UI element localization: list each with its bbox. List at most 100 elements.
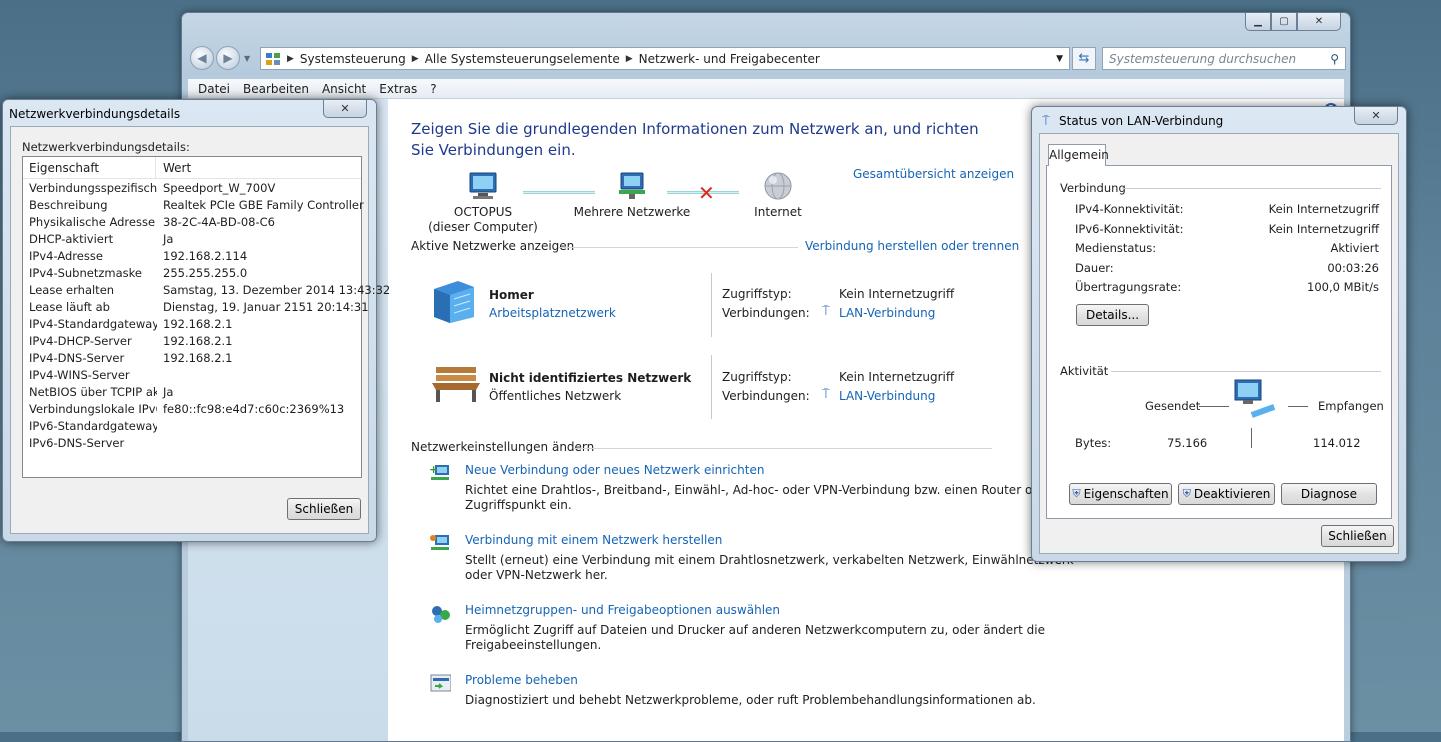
task-desc: Diagnostiziert und behebt Netzwerkproble… — [465, 693, 1036, 708]
status-row-value: 00:03:26 — [1327, 260, 1379, 275]
value-cell: 192.168.2.114 — [163, 249, 248, 263]
table-row[interactable]: IPv4-Standardgateway 192.168.2.1 — [23, 317, 361, 334]
network-activity-icon — [1234, 379, 1276, 418]
map-node-internet[interactable]: Internet — [738, 171, 818, 220]
value-cell: 255.255.255.0 — [163, 266, 248, 280]
table-row[interactable]: IPv6-Standardgateway — [23, 419, 361, 436]
menu-edit[interactable]: Bearbeiten — [243, 82, 309, 96]
task-homegroup-link[interactable]: Heimnetzgruppen- und Freigabeoptionen au… — [465, 603, 780, 617]
task-connect-network-link[interactable]: Verbindung mit einem Netzwerk herstellen — [465, 533, 722, 547]
table-row[interactable]: Verbindungsspezifisches... Speedport_W_70… — [23, 181, 361, 198]
status-row-label: Dauer: — [1075, 260, 1114, 275]
column-separator[interactable] — [155, 157, 156, 179]
value-cell: fe80::fc98:e4d7:c60c:2369%13 — [163, 402, 345, 416]
menu-help[interactable]: ? — [430, 82, 436, 96]
activity-group-label: Aktivität — [1060, 364, 1109, 378]
dialog-close-button[interactable]: ✕ — [323, 100, 367, 118]
connect-disconnect-link[interactable]: Verbindung herstellen oder trennen — [805, 239, 1019, 253]
received-line — [1288, 406, 1308, 407]
close-icon: ✕ — [1314, 16, 1324, 27]
minimize-button[interactable]: ▁ — [1245, 13, 1271, 31]
property-cell: IPv4-DHCP-Server — [29, 334, 132, 348]
table-row[interactable]: Beschreibung Realtek PCIe GBE Family Cont… — [23, 198, 364, 215]
table-row[interactable]: IPv6-DNS-Server — [23, 436, 361, 453]
table-row[interactable]: IPv4-DHCP-Server 192.168.2.1 — [23, 334, 361, 351]
property-cell: DHCP-aktiviert — [29, 232, 114, 246]
section-divider — [558, 247, 798, 248]
address-dropdown-icon[interactable]: ▼ — [1056, 54, 1063, 64]
group-divider — [1122, 188, 1381, 189]
properties-button[interactable]: ⛨ Eigenschaften — [1069, 483, 1172, 505]
column-header-value[interactable]: Wert — [163, 161, 191, 175]
table-row[interactable]: IPv4-Adresse 192.168.2.114 — [23, 249, 361, 266]
list-header: Eigenschaft Wert — [23, 157, 361, 179]
lan-connection-link[interactable]: LAN-Verbindung — [839, 389, 935, 403]
diagnose-button[interactable]: Diagnose — [1281, 483, 1377, 505]
table-row[interactable]: Physikalische Adresse 38-2C-4A-BD-08-C6 — [23, 215, 361, 232]
refresh-button[interactable]: ⇆ — [1072, 47, 1096, 70]
navigation-bar: ◀ ▶ ▼ ▶ Systemsteuerung ▶ Alle Systemste… — [190, 46, 1346, 72]
table-row[interactable]: Verbindungslokale IPv6-... fe80::fc98:e4d… — [23, 402, 361, 419]
breadcrumb-arrow-icon[interactable]: ▶ — [412, 54, 419, 64]
homegroup-icon — [432, 606, 450, 623]
search-icon[interactable]: ⚲ — [1330, 52, 1339, 66]
lan-connection-link[interactable]: LAN-Verbindung — [839, 306, 935, 320]
dialog-body: Allgemein Verbindung IPv4-Konnektivität:… — [1039, 133, 1399, 554]
new-connection-icon: + — [429, 463, 449, 480]
sent-line — [1199, 406, 1229, 407]
breadcrumb-control-panel[interactable]: Systemsteuerung — [300, 52, 406, 66]
table-row[interactable]: Lease läuft ab Dienstag, 19. Januar 2151 … — [23, 300, 369, 317]
table-row[interactable]: IPv4-Subnetzmaske 255.255.255.0 — [23, 266, 361, 283]
menu-bar: Datei Bearbeiten Ansicht Extras ? — [188, 79, 1344, 99]
public-network-icon — [432, 367, 480, 402]
close-window-button[interactable]: ✕ — [1297, 13, 1341, 31]
breadcrumb-all-items[interactable]: Alle Systemsteuerungselemente — [425, 52, 620, 66]
value-cell: Ja — [163, 232, 174, 246]
breadcrumb-arrow-icon[interactable]: ▶ — [626, 54, 633, 64]
table-row[interactable]: IPv4-DNS-Server 192.168.2.1 — [23, 351, 361, 368]
details-label: Netzwerkverbindungsdetails: — [22, 140, 190, 154]
dialog-close-button[interactable]: ✕ — [1354, 107, 1398, 125]
forward-button[interactable]: ▶ — [216, 46, 240, 70]
arrow-left-icon: ◀ — [197, 51, 207, 65]
details-close-button[interactable]: Schließen — [287, 498, 361, 520]
address-bar[interactable]: ▶ Systemsteuerung ▶ Alle Systemsteuerung… — [260, 47, 1070, 70]
close-icon: ✕ — [1371, 109, 1381, 122]
status-row-value: Aktiviert — [1330, 241, 1379, 255]
details-list[interactable]: Eigenschaft Wert Verbindungsspezifisches… — [22, 156, 390, 478]
map-node-computer[interactable]: OCTOPUS (dieser Computer) — [418, 171, 548, 235]
network-name: Homer — [489, 288, 534, 302]
connections-label: Verbindungen: — [722, 389, 810, 403]
close-icon: ✕ — [340, 102, 350, 115]
task-troubleshoot-link[interactable]: Probleme beheben — [465, 673, 578, 687]
back-button[interactable]: ◀ — [190, 46, 214, 70]
task-desc-line: oder VPN-Netzwerk her. — [465, 568, 608, 582]
troubleshoot-icon — [430, 674, 451, 692]
computer-icon — [469, 172, 497, 199]
disable-button[interactable]: ⛨ Deaktivieren — [1178, 483, 1275, 505]
status-close-button[interactable]: Schließen — [1321, 525, 1394, 547]
map-node-networks[interactable]: Mehrere Netzwerke — [573, 171, 691, 220]
menu-view[interactable]: Ansicht — [322, 82, 366, 96]
task-desc: Stellt (erneut) eine Verbindung mit eine… — [465, 553, 1074, 583]
property-cell: IPv4-Adresse — [29, 249, 103, 263]
table-row[interactable]: IPv4-WINS-Server — [23, 368, 361, 385]
history-dropdown-icon[interactable]: ▼ — [244, 54, 250, 63]
task-new-connection-link[interactable]: Neue Verbindung oder neues Netzwerk einr… — [465, 463, 764, 477]
full-map-link[interactable]: Gesamtübersicht anzeigen — [853, 167, 1014, 181]
search-input[interactable]: Systemsteuerung durchsuchen ⚲ — [1102, 47, 1346, 70]
status-row-label: Medienstatus: — [1075, 241, 1157, 255]
menu-extras[interactable]: Extras — [379, 82, 417, 96]
tab-general[interactable]: Allgemein — [1048, 144, 1109, 166]
breadcrumb-network-center[interactable]: Netzwerk- und Freigabecenter — [639, 52, 820, 66]
column-header-property[interactable]: Eigenschaft — [29, 161, 99, 175]
refresh-icon: ⇆ — [1078, 51, 1090, 66]
network-type-link[interactable]: Arbeitsplatznetzwerk — [489, 306, 616, 320]
menu-file[interactable]: Datei — [198, 82, 230, 96]
access-type-label: Zugriffstyp: — [722, 287, 792, 301]
table-row[interactable]: NetBIOS über TCPIP ak... Ja — [23, 385, 361, 402]
details-button[interactable]: Details... — [1076, 304, 1149, 326]
table-row[interactable]: DHCP-aktiviert Ja — [23, 232, 361, 249]
table-row[interactable]: Lease erhalten Samstag, 13. Dezember 2014… — [23, 283, 390, 300]
maximize-button[interactable]: ▢ — [1271, 13, 1297, 31]
